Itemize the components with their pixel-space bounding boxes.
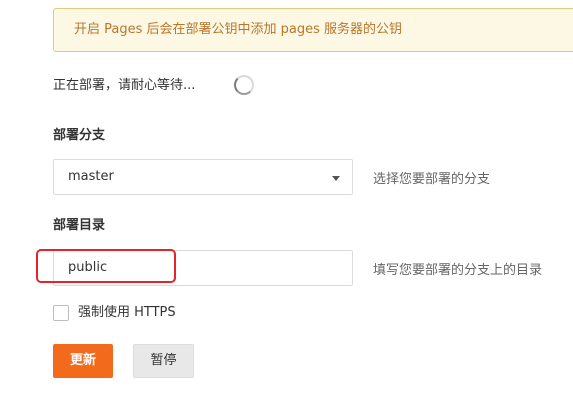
deploy-directory-label: 部署目录 xyxy=(53,218,106,233)
pause-button[interactable]: 暂停 xyxy=(133,344,194,378)
deploy-branch-value: master xyxy=(68,169,114,184)
deploy-branch-label: 部署分支 xyxy=(53,128,106,143)
deploying-status-text: 正在部署，请耐心等待... xyxy=(53,78,196,93)
deploy-directory-hint: 填写您要部署的分支上的目录 xyxy=(373,263,543,278)
update-button[interactable]: 更新 xyxy=(53,344,113,378)
caret-down-icon xyxy=(332,176,340,181)
force-https-label[interactable]: 强制使用 HTTPS xyxy=(78,305,176,321)
pages-public-key-notice: 开启 Pages 后会在部署公钥中添加 pages 服务器的公钥 xyxy=(53,8,573,52)
deploy-branch-hint: 选择您要部署的分支 xyxy=(373,172,491,187)
notice-text: 开启 Pages 后会在部署公钥中添加 pages 服务器的公钥 xyxy=(74,22,403,37)
loading-spinner-icon xyxy=(234,75,254,95)
deploy-branch-select[interactable]: master xyxy=(53,159,353,195)
force-https-checkbox[interactable] xyxy=(53,305,69,321)
directory-highlight-annotation xyxy=(36,249,176,283)
